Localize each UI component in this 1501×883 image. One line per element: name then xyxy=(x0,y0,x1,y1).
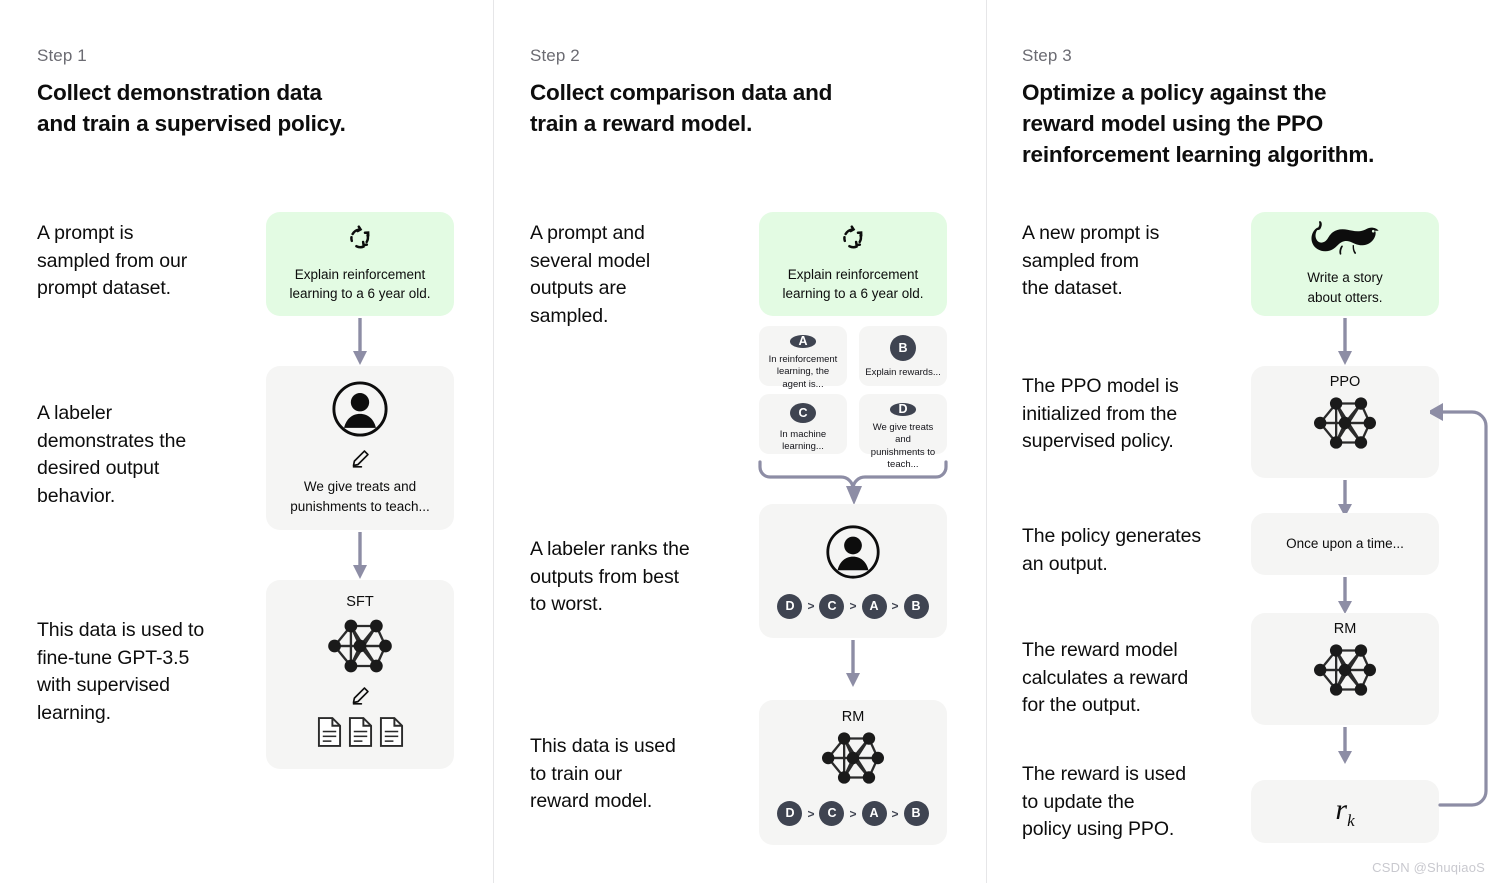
step-3-note-3: The policy generates an output. xyxy=(1022,525,1202,575)
neural-network-icon xyxy=(1306,392,1384,459)
rank-separator: > xyxy=(849,806,857,821)
step-3-rm-card[interactable]: RM xyxy=(1251,613,1439,725)
step-3-ppo-card[interactable]: PPO xyxy=(1251,366,1439,478)
rank-badge-3: A xyxy=(861,593,887,619)
step-2-labeler-card[interactable]: D > C > A > B xyxy=(759,504,947,638)
step-2-prompt-card[interactable]: Explain reinforcement learning to a 6 ye… xyxy=(759,212,947,316)
step-3-note-2: The PPO model is initialized from the su… xyxy=(1022,375,1179,453)
output-card-d[interactable]: D We give treats and punishments to teac… xyxy=(859,394,947,470)
output-card-c[interactable]: C In machine learning... xyxy=(759,394,847,454)
neural-network-icon xyxy=(1306,639,1384,706)
step-1-arrow-1 xyxy=(345,316,375,373)
labeler-person-icon xyxy=(331,380,389,443)
step-2-prompt-text: Explain reinforcement learning to a 6 ye… xyxy=(782,266,924,301)
rank-separator: > xyxy=(891,599,899,613)
step-1-prompt-card[interactable]: Explain reinforcement learning to a 6 ye… xyxy=(266,212,454,316)
step-3-note-4: The reward model calculates a reward for… xyxy=(1022,639,1189,717)
step-1-label: Step 1 xyxy=(37,46,87,65)
pencil-icon xyxy=(350,448,371,474)
step-3-reward-card[interactable]: rk xyxy=(1251,780,1439,843)
rank-separator: > xyxy=(807,806,815,821)
step-3-arrow-1 xyxy=(1330,316,1360,373)
rank-badge-2: C xyxy=(819,593,845,619)
output-badge-d: D xyxy=(890,403,916,416)
reward-formula: rk xyxy=(1335,793,1354,831)
step-2-rm-ranking: D > C > A > B xyxy=(777,801,929,826)
step-1-note-2: A labeler demonstrates the desired outpu… xyxy=(37,402,187,508)
step-2-labeler-ranking: D > C > A > B xyxy=(777,593,929,619)
rank-badge-1: D xyxy=(777,593,803,619)
rank-separator: > xyxy=(891,806,899,821)
output-text-b: Explain rewards... xyxy=(865,367,941,378)
step-1-arrow-2 xyxy=(345,530,375,587)
output-badge-b: B xyxy=(890,335,916,361)
step-3-note-1: A new prompt is sampled from the dataset… xyxy=(1022,222,1160,300)
rank-badge-1: D xyxy=(777,801,803,826)
neural-network-icon xyxy=(814,727,892,794)
step-3-rm-title: RM xyxy=(1333,621,1357,637)
step-1-labeler-card[interactable]: We give treats and punishments to teach.… xyxy=(266,366,454,530)
refresh-cycle-icon xyxy=(347,225,373,256)
csdn-watermark: CSDN @ShuqiaoS xyxy=(1372,860,1485,875)
neural-network-icon xyxy=(320,614,400,683)
rank-badge-3: A xyxy=(861,801,887,826)
rank-separator: > xyxy=(849,599,857,613)
output-text-c: In machine learning... xyxy=(779,428,827,453)
step-1-prompt-text: Explain reinforcement learning to a 6 ye… xyxy=(289,266,431,301)
step-1-labeler-text: We give treats and punishments to teach.… xyxy=(290,479,430,514)
step-3-prompt-text: Write a story about otters. xyxy=(1307,270,1383,305)
step-3-output-text: Once upon a time... xyxy=(1286,536,1404,552)
step-3-ppo-title: PPO xyxy=(1329,374,1361,390)
output-card-a[interactable]: A In reinforcement learning, the agent i… xyxy=(759,326,847,390)
step-2-title: Collect comparison data and train a rewa… xyxy=(530,80,833,136)
step-1-column: Step 1 Collect demonstration data and tr… xyxy=(0,0,493,883)
refresh-cycle-icon xyxy=(840,225,866,256)
step-2-rm-title: RM xyxy=(841,709,865,725)
step-2-note-3: This data is used to train our reward mo… xyxy=(530,735,676,813)
step-2-note-1: A prompt and several model outputs are s… xyxy=(530,222,651,328)
documents-icon xyxy=(317,717,404,747)
step-3-arrow-4 xyxy=(1330,725,1360,772)
step-3-label: Step 3 xyxy=(1022,46,1072,65)
labeler-person-icon xyxy=(825,524,881,585)
step-2-column: Step 2 Collect comparison data and train… xyxy=(493,0,986,883)
step-2-rm-card[interactable]: RM D > C > A > B xyxy=(759,700,947,845)
step-2-label: Step 2 xyxy=(530,46,580,65)
rank-separator: > xyxy=(807,599,815,613)
step-3-output-card[interactable]: Once upon a time... xyxy=(1251,513,1439,575)
step-1-note-3: This data is used to fine-tune GPT-3.5 w… xyxy=(37,619,205,725)
step-3-prompt-card[interactable]: Write a story about otters. xyxy=(1251,212,1439,316)
output-card-b[interactable]: B Explain rewards... xyxy=(859,326,947,386)
output-text-d: We give treats and punishments to teach.… xyxy=(870,421,936,471)
step-1-note-1: A prompt is sampled from our prompt data… xyxy=(37,222,188,300)
output-text-a: In reinforcement learning, the agent is.… xyxy=(768,353,838,390)
step-1-sft-card[interactable]: SFT xyxy=(266,580,454,769)
otter-icon xyxy=(1308,221,1382,260)
step-2-arrow-2 xyxy=(838,638,868,695)
rank-badge-4: B xyxy=(903,801,929,826)
output-badge-a: A xyxy=(790,335,816,348)
step-1-sft-title: SFT xyxy=(346,594,374,610)
step-3-column: Step 3 Optimize a policy against the rew… xyxy=(986,0,1501,883)
pencil-icon xyxy=(350,685,371,711)
reward-formula-sub: k xyxy=(1347,810,1355,830)
rank-badge-2: C xyxy=(819,801,845,826)
step-1-title: Collect demonstration data and train a s… xyxy=(37,80,346,136)
step-3-note-5: The reward is used to update the policy … xyxy=(1022,763,1187,841)
reward-formula-base: r xyxy=(1335,792,1348,826)
rlhf-diagram-page: Step 1 Collect demonstration data and tr… xyxy=(0,0,1501,883)
step-3-title: Optimize a policy against the reward mod… xyxy=(1022,80,1375,167)
step-2-note-2: A labeler ranks the outputs from best to… xyxy=(530,538,690,616)
rank-badge-4: B xyxy=(903,593,929,619)
output-badge-c: C xyxy=(790,403,816,423)
